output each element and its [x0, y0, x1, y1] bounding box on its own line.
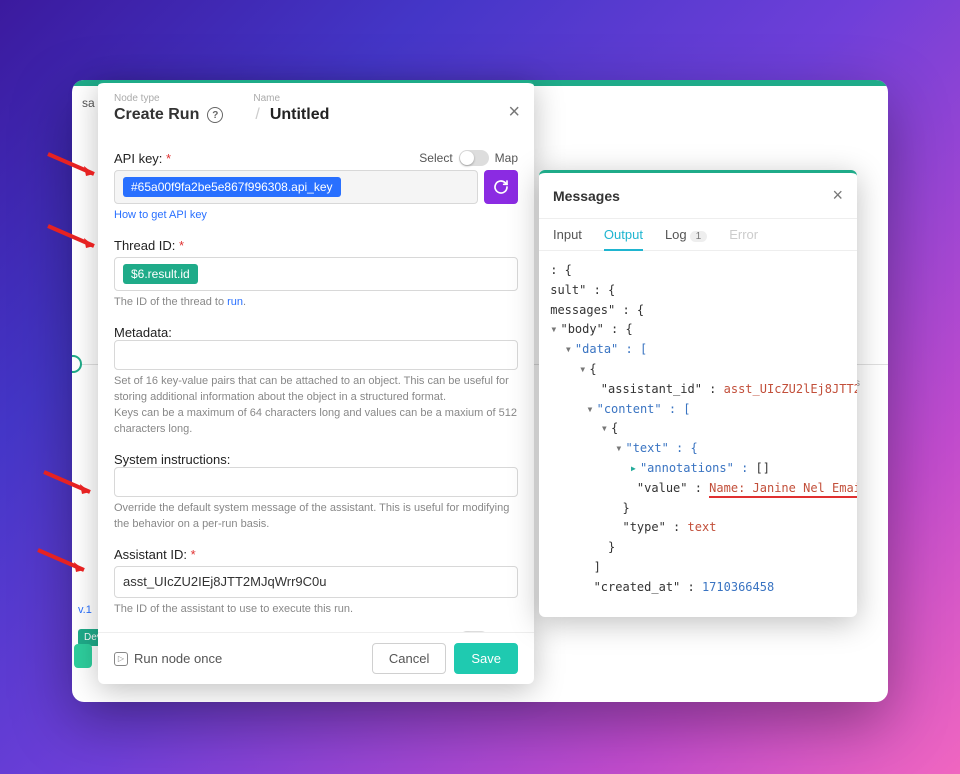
messages-panel: Messages × Input Output Log1 Error : { s…: [539, 170, 857, 617]
breadcrumb-slash: /: [255, 106, 259, 124]
system-label: System instructions:: [114, 452, 518, 467]
close-icon[interactable]: ×: [508, 101, 520, 124]
messages-close-icon[interactable]: ×: [832, 185, 843, 206]
system-help: Override the default system message of t…: [114, 501, 518, 533]
model-toggle[interactable]: [459, 631, 489, 632]
node-badge[interactable]: [74, 644, 92, 668]
node-editor-panel: Node type Create Run ? Name / Untitled ×…: [98, 80, 534, 684]
thread-id-input[interactable]: $6.result.id: [114, 257, 518, 291]
refresh-button[interactable]: [484, 170, 518, 204]
run-once-label: Run node once: [134, 651, 222, 666]
select-label: Select: [419, 151, 452, 165]
api-key-label: API key: *: [114, 151, 171, 166]
tab-log[interactable]: Log1: [665, 227, 707, 250]
node-type-title: Create Run: [114, 106, 199, 124]
play-icon: ▷: [114, 652, 128, 666]
bg-text-sa: sa: [82, 96, 95, 110]
api-key-help-link[interactable]: How to get API key: [114, 209, 207, 221]
thread-id-label: Thread ID: *: [114, 238, 184, 253]
node-type-caption: Node type: [114, 93, 223, 104]
thread-run-link[interactable]: run: [227, 296, 243, 308]
log-count-badge: 1: [690, 231, 708, 242]
version-link[interactable]: v.1: [78, 604, 92, 616]
save-button[interactable]: Save: [454, 643, 518, 674]
value-highlight: Name: Janine Nel Email: em: [709, 481, 857, 498]
api-key-toggle[interactable]: [459, 150, 489, 166]
assistant-id-input[interactable]: asst_UIcZU2IEj8JTT2MJqWrr9C0u: [114, 566, 518, 598]
run-node-once[interactable]: ▷ Run node once: [114, 651, 222, 666]
metadata-input[interactable]: [114, 340, 518, 370]
assistant-id-value: asst_UIcZU2IEj8JTT2MJqWrr9C0u: [123, 574, 326, 589]
canvas-node-left[interactable]: [72, 355, 82, 373]
collapse-icon[interactable]: ▾: [565, 342, 575, 356]
thread-id-pill[interactable]: $6.result.id: [123, 264, 198, 284]
messages-output-body[interactable]: : { sult" : { messages" : { ▾"body" : { …: [539, 251, 857, 609]
assistant-id-label: Assistant ID: *: [114, 547, 196, 562]
tab-input[interactable]: Input: [553, 227, 582, 250]
panel-header: Node type Create Run ? Name / Untitled ×: [98, 83, 534, 136]
map-label: Map: [495, 151, 518, 165]
cancel-button[interactable]: Cancel: [372, 643, 446, 674]
metadata-label: Metadata:: [114, 325, 518, 340]
name-caption: Name: [253, 93, 329, 104]
api-key-pill[interactable]: #65a00f9fa2be5e867f996308.api_key: [123, 177, 341, 197]
node-name[interactable]: Untitled: [270, 106, 330, 124]
help-icon[interactable]: ?: [207, 107, 223, 123]
collapse-icon[interactable]: ▾: [579, 362, 589, 376]
system-input[interactable]: [114, 467, 518, 497]
collapse-icon[interactable]: ▾: [550, 322, 560, 336]
api-key-input[interactable]: #65a00f9fa2be5e867f996308.api_key: [114, 170, 478, 204]
collapse-icon[interactable]: ▾: [615, 441, 625, 455]
collapse-icon[interactable]: ▾: [601, 421, 611, 435]
assistant-id-help: The ID of the assistant to use to execut…: [114, 602, 518, 618]
collapse-icon[interactable]: ▾: [586, 402, 596, 416]
messages-title: Messages: [553, 188, 620, 204]
tab-output[interactable]: Output: [604, 227, 643, 250]
thread-id-help: The ID of the thread to run.: [114, 295, 518, 311]
metadata-help: Set of 16 key-value pairs that can be at…: [114, 374, 518, 438]
expand-icon[interactable]: ▸: [630, 461, 640, 475]
tab-error[interactable]: Error: [729, 227, 758, 250]
